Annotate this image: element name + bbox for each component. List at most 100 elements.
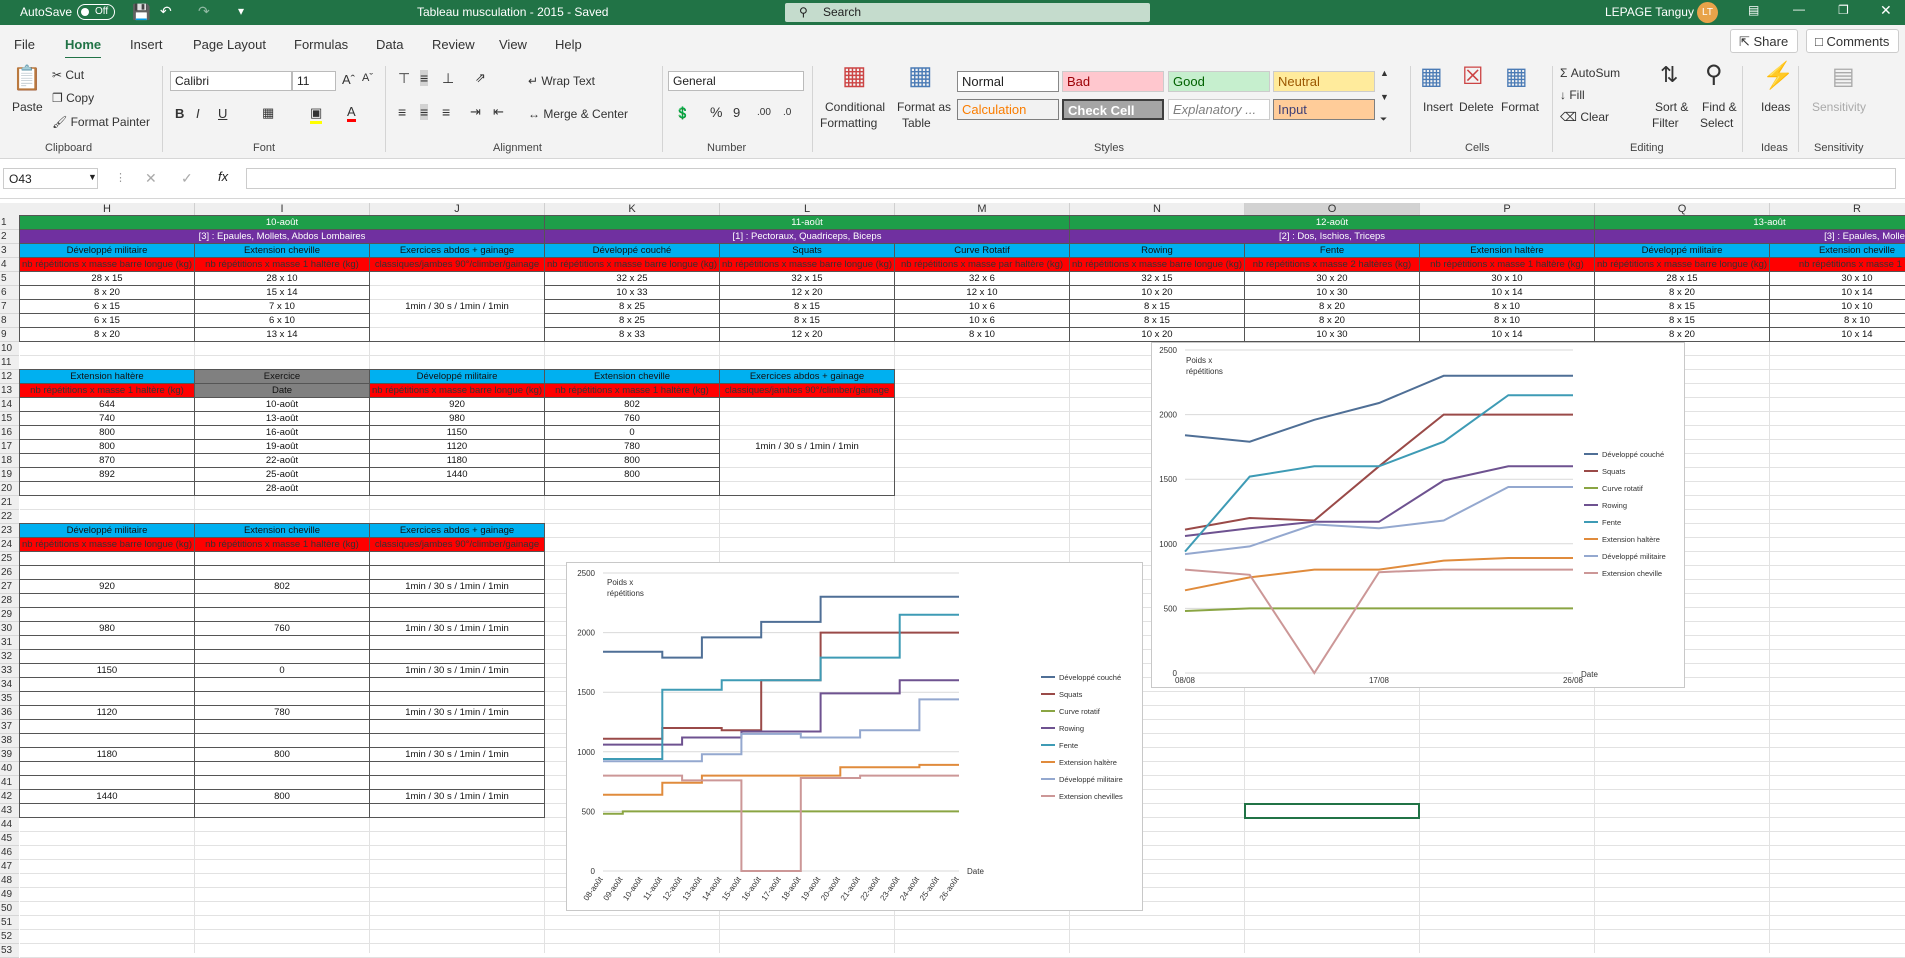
sort-filter-icon[interactable]: ⇅ — [1660, 62, 1678, 88]
undo-icon[interactable]: ↶ — [160, 3, 172, 20]
customize-toolbar-icon[interactable]: ▾ — [238, 4, 244, 18]
format-as-table-icon[interactable]: ▦ — [908, 60, 933, 91]
row-header-38[interactable]: 38 — [0, 734, 19, 748]
sensitivity-icon[interactable]: ▤ — [1832, 62, 1855, 91]
row-header-45[interactable]: 45 — [0, 832, 19, 846]
row-header-11[interactable]: 11 — [0, 356, 19, 370]
style-input[interactable]: Input — [1273, 99, 1375, 120]
copy-button[interactable]: ❐ Copy — [52, 91, 94, 105]
confirm-entry-icon[interactable]: ✓ — [181, 170, 193, 187]
row-header-41[interactable]: 41 — [0, 776, 19, 790]
wrap-text-button[interactable]: ↵ Wrap Text — [528, 74, 595, 88]
style-check-cell[interactable]: Check Cell — [1062, 99, 1164, 120]
row-header-2[interactable]: 2 — [0, 230, 19, 244]
row-header-27[interactable]: 27 — [0, 580, 19, 594]
document-title[interactable]: Tableau musculation - 2015 - Saved — [417, 5, 608, 19]
cut-button[interactable]: ✂ Cut — [52, 68, 84, 82]
percent-icon[interactable]: % — [710, 104, 722, 120]
fill-button[interactable]: ↓ Fill — [1560, 88, 1585, 102]
row-header-31[interactable]: 31 — [0, 636, 19, 650]
underline-icon[interactable]: U — [218, 106, 227, 121]
style-normal[interactable]: Normal — [957, 71, 1059, 92]
format-as-table-button[interactable]: Format as — [897, 100, 951, 114]
row-header-40[interactable]: 40 — [0, 762, 19, 776]
number-format-select[interactable]: General — [668, 71, 804, 91]
row-header-29[interactable]: 29 — [0, 608, 19, 622]
row-header-39[interactable]: 39 — [0, 748, 19, 762]
line-chart-small[interactable]: 0 500 1000 1500 2000 2500 08/08 17/08 26/08 Date P… — [1151, 342, 1685, 688]
row-header-52[interactable]: 52 — [0, 930, 19, 944]
row-header-7[interactable]: 7 — [0, 300, 19, 314]
row-header-1[interactable]: 1 — [0, 216, 19, 230]
comma-icon[interactable]: 9 — [733, 105, 740, 120]
tab-review[interactable]: Review — [432, 37, 475, 52]
style-calculation[interactable]: Calculation — [957, 99, 1059, 120]
row-header-49[interactable]: 49 — [0, 888, 19, 902]
styles-scroll-up-icon[interactable]: ▲ — [1380, 68, 1389, 78]
cancel-entry-icon[interactable]: ✕ — [145, 170, 157, 187]
autosum-button[interactable]: Σ AutoSum — [1560, 66, 1620, 80]
style-bad[interactable]: Bad — [1062, 71, 1164, 92]
insert-cells-button[interactable]: Insert — [1423, 100, 1453, 114]
share-button[interactable]: ⇱ Share — [1730, 29, 1798, 53]
row-header-26[interactable]: 26 — [0, 566, 19, 580]
row-header-23[interactable]: 23 — [0, 524, 19, 538]
row-header-10[interactable]: 10 — [0, 342, 19, 356]
italic-icon[interactable]: I — [196, 106, 200, 121]
row-header-14[interactable]: 14 — [0, 398, 19, 412]
row-header-12[interactable]: 12 — [0, 370, 19, 384]
indent-icon[interactable]: ⇥ — [470, 104, 481, 120]
decrease-font-icon[interactable]: Aˇ — [362, 72, 373, 84]
tab-data[interactable]: Data — [376, 37, 403, 52]
merge-center-button[interactable]: ↔ Merge & Center — [528, 107, 628, 121]
align-left-icon[interactable]: ≡ — [398, 104, 406, 120]
tab-insert[interactable]: Insert — [130, 37, 163, 52]
style-good[interactable]: Good — [1168, 71, 1270, 92]
fill-color-icon[interactable]: ▣ — [310, 105, 323, 124]
find-select-icon[interactable]: ⚲ — [1705, 60, 1723, 89]
formula-input[interactable] — [246, 168, 1896, 189]
format-cells-button[interactable]: Format — [1501, 100, 1539, 114]
row-header-35[interactable]: 35 — [0, 692, 19, 706]
selected-cell[interactable] — [1244, 803, 1420, 819]
row-header-43[interactable]: 43 — [0, 804, 19, 818]
tab-page-layout[interactable]: Page Layout — [193, 37, 266, 52]
align-bottom-icon[interactable]: ⊥ — [442, 70, 454, 87]
orientation-icon[interactable]: ⇗ — [475, 70, 486, 86]
decrease-decimal-icon[interactable]: .0 — [783, 107, 791, 118]
style-explanatory[interactable]: Explanatory ... — [1168, 99, 1270, 120]
search-box[interactable]: ⚲ Search — [785, 3, 1150, 22]
row-header-4[interactable]: 4 — [0, 258, 19, 272]
row-header-30[interactable]: 30 — [0, 622, 19, 636]
row-header-13[interactable]: 13 — [0, 384, 19, 398]
delete-cells-icon[interactable]: ☒ — [1462, 62, 1484, 91]
ribbon-display-icon[interactable]: ▤ — [1748, 3, 1759, 17]
close-icon[interactable]: ✕ — [1880, 2, 1892, 19]
row-header-37[interactable]: 37 — [0, 720, 19, 734]
font-size-select[interactable]: 11 — [292, 71, 336, 91]
row-header-5[interactable]: 5 — [0, 272, 19, 286]
tab-view[interactable]: View — [499, 37, 527, 52]
insert-cells-icon[interactable]: ▦ — [1420, 62, 1443, 91]
font-name-select[interactable]: Calibri — [170, 71, 292, 91]
conditional-formatting-icon[interactable]: ▦ — [842, 60, 867, 91]
currency-icon[interactable]: 💲 — [675, 106, 690, 120]
avatar[interactable]: LT — [1697, 2, 1718, 23]
row-header-34[interactable]: 34 — [0, 678, 19, 692]
row-header-53[interactable]: 53 — [0, 944, 19, 958]
name-box[interactable]: O43 — [3, 168, 98, 189]
ideas-icon[interactable]: ⚡ — [1762, 60, 1794, 91]
row-header-6[interactable]: 6 — [0, 286, 19, 300]
align-right-icon[interactable]: ≡ — [442, 104, 450, 120]
row-header-44[interactable]: 44 — [0, 818, 19, 832]
style-neutral[interactable]: Neutral — [1273, 71, 1375, 92]
borders-icon[interactable]: ▦ — [262, 105, 274, 121]
sort-filter-button[interactable]: Sort & — [1655, 100, 1688, 114]
redo-icon[interactable]: ↷ — [198, 3, 210, 20]
format-cells-icon[interactable]: ▦ — [1505, 62, 1528, 91]
row-header-48[interactable]: 48 — [0, 874, 19, 888]
row-header-36[interactable]: 36 — [0, 706, 19, 720]
row-header-46[interactable]: 46 — [0, 846, 19, 860]
restore-icon[interactable]: ❐ — [1838, 3, 1849, 17]
insert-function-icon[interactable]: fx — [218, 169, 228, 184]
